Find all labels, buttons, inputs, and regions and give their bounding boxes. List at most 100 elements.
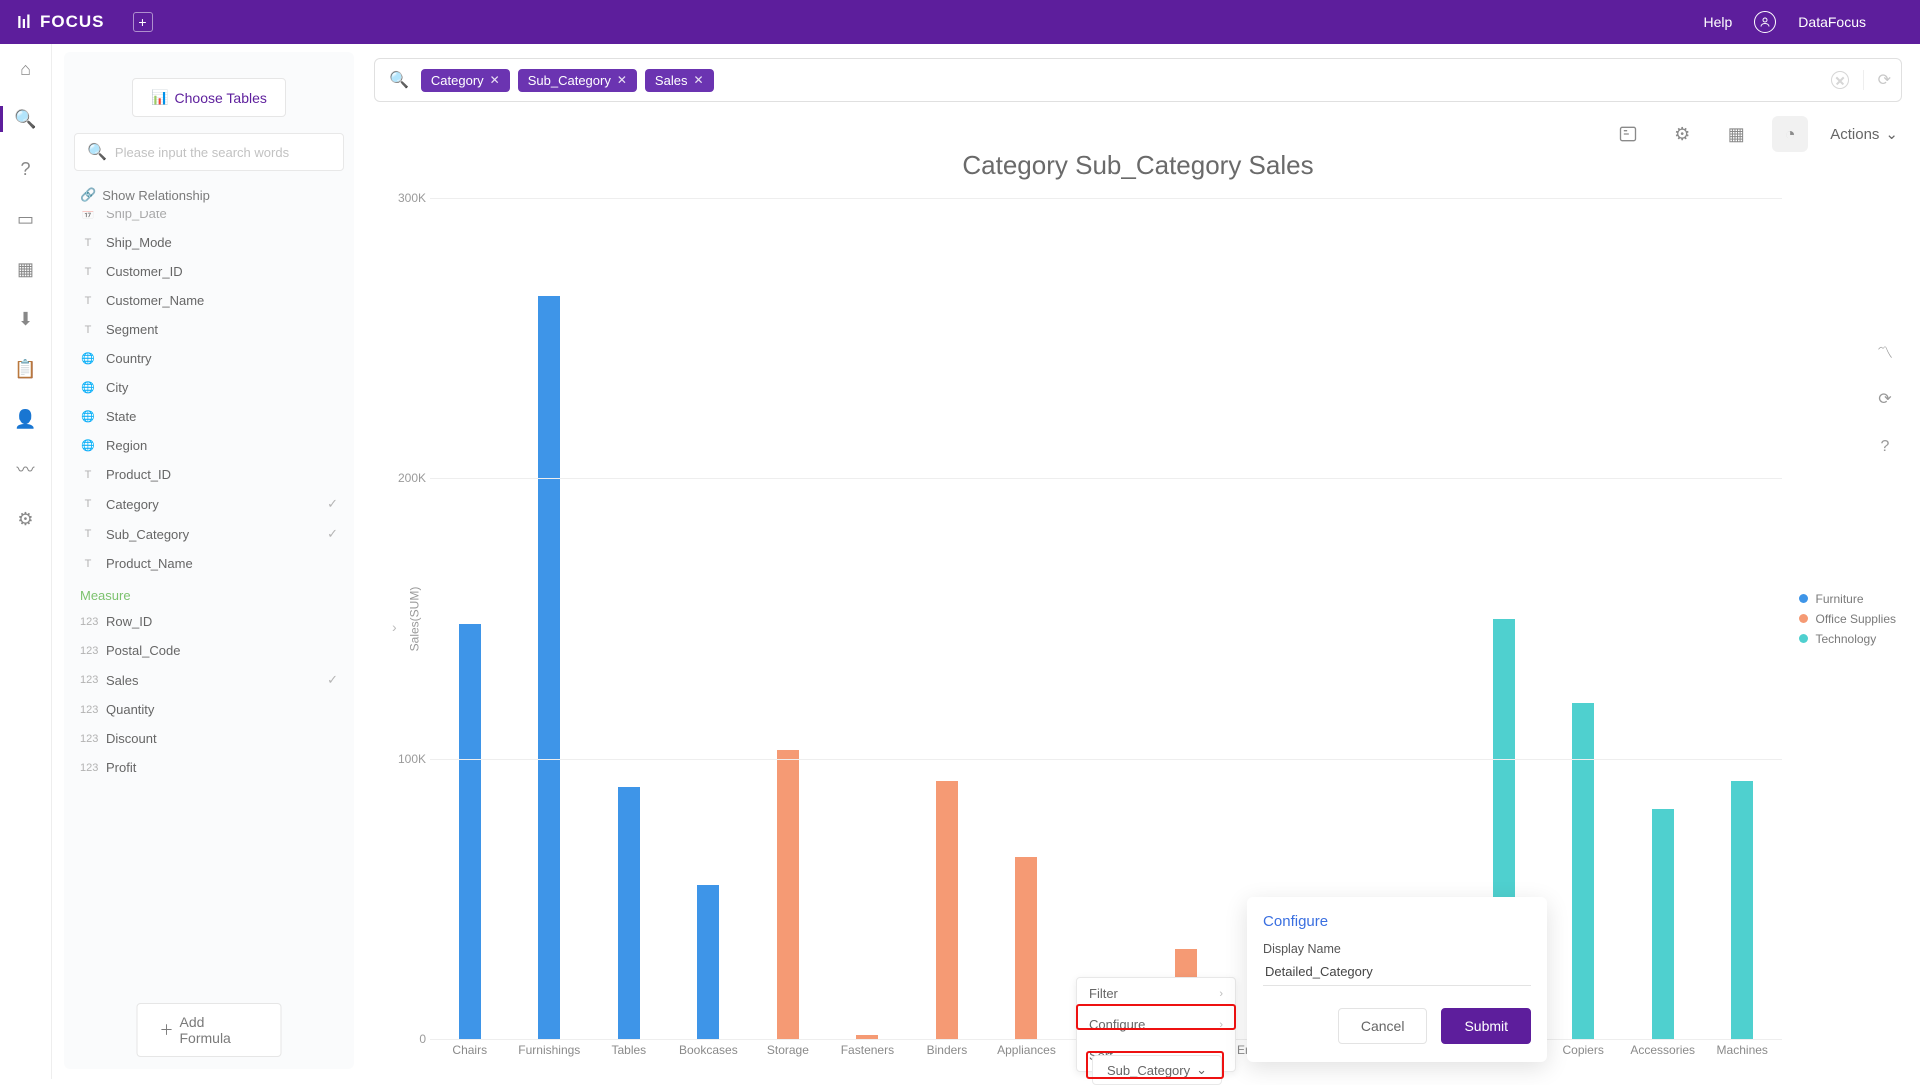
expand-axis-icon[interactable]: › <box>392 619 397 635</box>
rail-pinboard-icon[interactable]: ▭ <box>15 208 37 230</box>
info-icon[interactable]: ? <box>1874 436 1896 458</box>
bar[interactable] <box>697 885 719 1039</box>
add-formula-label: Add Formula <box>180 1014 259 1046</box>
plus-icon: ＋ <box>160 1020 174 1040</box>
field-search[interactable]: 🔍 <box>74 133 344 171</box>
user-name[interactable]: DataFocus <box>1798 14 1866 30</box>
rail-activity-icon[interactable]: 〰 <box>15 458 37 480</box>
rail-home-icon[interactable]: ⌂ <box>15 58 37 80</box>
field-row[interactable]: T Segment <box>74 315 344 344</box>
cancel-button[interactable]: Cancel <box>1338 1008 1428 1044</box>
actions-dropdown[interactable]: Actions ⌄ <box>1826 119 1902 149</box>
axis-menu-configure[interactable]: Configure › <box>1077 1009 1235 1040</box>
trend-line-icon[interactable]: 〽 <box>1874 340 1896 362</box>
chart-type-pie-icon[interactable]: ◔ <box>1772 116 1808 152</box>
field-row[interactable]: T Category ✓ <box>74 489 344 519</box>
query-pill[interactable]: Sub_Category✕ <box>518 69 637 92</box>
bar-chart-icon: 📊 <box>151 89 168 106</box>
pill-remove-icon[interactable]: ✕ <box>617 73 627 87</box>
fields-panel: 📊 Choose Tables 🔍 🔗 Show Relationship 📅 … <box>64 52 354 1069</box>
rail-table-icon[interactable]: ▦ <box>15 258 37 280</box>
rail-clipboard-icon[interactable]: 📋 <box>15 358 37 380</box>
field-row[interactable]: T Product_ID <box>74 460 344 489</box>
axis-menu-filter-label: Filter <box>1089 986 1118 1001</box>
pill-label: Sales <box>655 73 688 88</box>
field-row[interactable]: T Sub_Category ✓ <box>74 519 344 549</box>
help-link[interactable]: Help <box>1704 14 1733 30</box>
rail-help-icon[interactable]: ? <box>15 158 37 180</box>
type-icon: T <box>80 498 96 510</box>
pill-remove-icon[interactable]: ✕ <box>490 73 500 87</box>
add-formula-button[interactable]: ＋ Add Formula <box>137 1003 282 1057</box>
field-row[interactable]: 123 Sales ✓ <box>74 665 344 695</box>
field-row[interactable]: T Product_Name <box>74 549 344 578</box>
bar[interactable] <box>538 296 560 1039</box>
bar[interactable] <box>1731 781 1753 1039</box>
legend-item[interactable]: Furniture <box>1799 589 1897 609</box>
bar[interactable] <box>1015 857 1037 1039</box>
type-icon: 123 <box>80 645 96 657</box>
bar[interactable] <box>618 787 640 1039</box>
new-tab-button[interactable]: + <box>133 12 153 32</box>
field-row[interactable]: T Ship_Mode <box>74 228 344 257</box>
x-axis-pill[interactable]: Sub_Category ⌄ <box>1092 1055 1222 1085</box>
type-icon: 123 <box>80 704 96 716</box>
choose-tables-button[interactable]: 📊 Choose Tables <box>132 78 286 117</box>
check-icon: ✓ <box>327 526 338 542</box>
query-pill[interactable]: Category✕ <box>421 69 510 92</box>
config-gear-icon[interactable]: ⚙ <box>1664 116 1700 152</box>
spotiq-icon[interactable] <box>1610 116 1646 152</box>
x-tick: Copiers <box>1562 1043 1603 1057</box>
query-pill[interactable]: Sales ✕ <box>645 69 714 92</box>
bar[interactable] <box>777 750 799 1039</box>
x-tick: Storage <box>767 1043 809 1057</box>
check-icon: ✓ <box>327 496 338 512</box>
show-relationship-toggle[interactable]: 🔗 Show Relationship <box>74 171 344 211</box>
pill-remove-icon[interactable]: ✕ <box>693 73 703 87</box>
user-avatar-icon[interactable] <box>1754 11 1776 33</box>
grid-view-icon[interactable]: ▦ <box>1718 116 1754 152</box>
rail-search-icon[interactable]: 🔍 <box>15 108 37 130</box>
field-row[interactable]: 123 Postal_Code <box>74 636 344 665</box>
legend-item[interactable]: Technology <box>1799 629 1897 649</box>
bar[interactable] <box>936 781 958 1039</box>
field-row[interactable]: 🌐 City <box>74 373 344 402</box>
field-row[interactable]: 🌐 Region <box>74 431 344 460</box>
legend-label: Furniture <box>1816 592 1864 606</box>
field-row[interactable]: 🌐 Country <box>74 344 344 373</box>
display-name-input[interactable] <box>1263 956 1531 986</box>
rail-settings-icon[interactable]: ⚙ <box>15 508 37 530</box>
axis-menu-filter[interactable]: Filter › <box>1077 978 1235 1009</box>
field-row[interactable]: 123 Row_ID <box>74 607 344 636</box>
rail-download-icon[interactable]: ⬇ <box>15 308 37 330</box>
refresh-query-icon[interactable]: ⟳ <box>1878 70 1891 90</box>
field-row[interactable]: T Customer_ID <box>74 257 344 286</box>
brand[interactable]: FOCUS <box>16 12 105 32</box>
type-icon: T <box>80 266 96 278</box>
submit-button[interactable]: Submit <box>1441 1008 1531 1044</box>
bar[interactable] <box>1652 809 1674 1039</box>
chart-area: Category Sub_Category Sales Sales(SUM) ›… <box>374 150 1902 1079</box>
field-row[interactable]: 123 Discount <box>74 724 344 753</box>
x-tick: Tables <box>611 1043 646 1057</box>
field-row[interactable]: 🌐 State <box>74 402 344 431</box>
field-row[interactable]: T Customer_Name <box>74 286 344 315</box>
field-row[interactable]: 📅 Ship_Date <box>74 211 344 228</box>
reload-icon[interactable]: ⟳ <box>1874 388 1896 410</box>
rail-user-icon[interactable]: 👤 <box>15 408 37 430</box>
bar[interactable] <box>1572 703 1594 1039</box>
field-label: State <box>106 409 136 424</box>
field-row[interactable]: 123 Profit <box>74 753 344 782</box>
clear-query-icon[interactable] <box>1831 71 1849 89</box>
field-search-input[interactable] <box>115 145 331 160</box>
query-bar[interactable]: 🔍 Category✕ Sub_Category✕ Sales✕ ⟳ <box>374 58 1902 102</box>
legend-item[interactable]: Office Supplies <box>1799 609 1897 629</box>
bar[interactable] <box>459 624 481 1039</box>
gridline <box>430 478 1782 479</box>
chart-legend: Furniture Office SuppliesTechnology <box>1799 589 1897 649</box>
brand-text: FOCUS <box>40 12 105 32</box>
y-tick: 300K <box>390 191 426 205</box>
type-icon: 123 <box>80 762 96 774</box>
field-label: Product_Name <box>106 556 193 571</box>
field-row[interactable]: 123 Quantity <box>74 695 344 724</box>
